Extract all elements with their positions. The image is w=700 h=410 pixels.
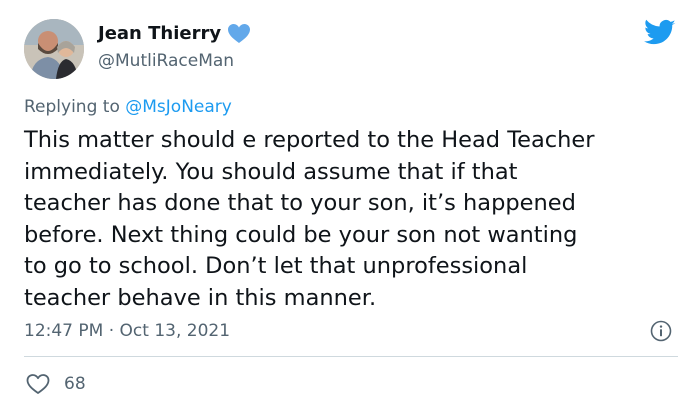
info-icon[interactable]: [650, 320, 672, 342]
reply-mention-link[interactable]: @MsJoNeary: [125, 97, 232, 117]
like-action[interactable]: 68: [26, 373, 86, 395]
twitter-bird-icon[interactable]: [644, 19, 676, 47]
like-count: 68: [64, 374, 86, 394]
tweet-timestamp[interactable]: 12:47 PM · Oct 13, 2021: [24, 320, 230, 342]
avatar-photo: [24, 19, 84, 79]
author-name-row: Jean Thierry: [98, 22, 251, 46]
reply-prefix: Replying to: [24, 97, 126, 117]
reply-context: Replying to @MsJoNeary: [24, 96, 232, 118]
heart-icon[interactable]: [26, 373, 50, 395]
author-handle[interactable]: @MutliRaceMan: [98, 50, 234, 72]
verified-heart-icon: [228, 24, 251, 43]
avatar[interactable]: [24, 19, 84, 79]
author-display-name[interactable]: Jean Thierry: [98, 22, 221, 46]
divider: [24, 356, 678, 357]
tweet-text: This matter should e reported to the Hea…: [24, 127, 595, 311]
